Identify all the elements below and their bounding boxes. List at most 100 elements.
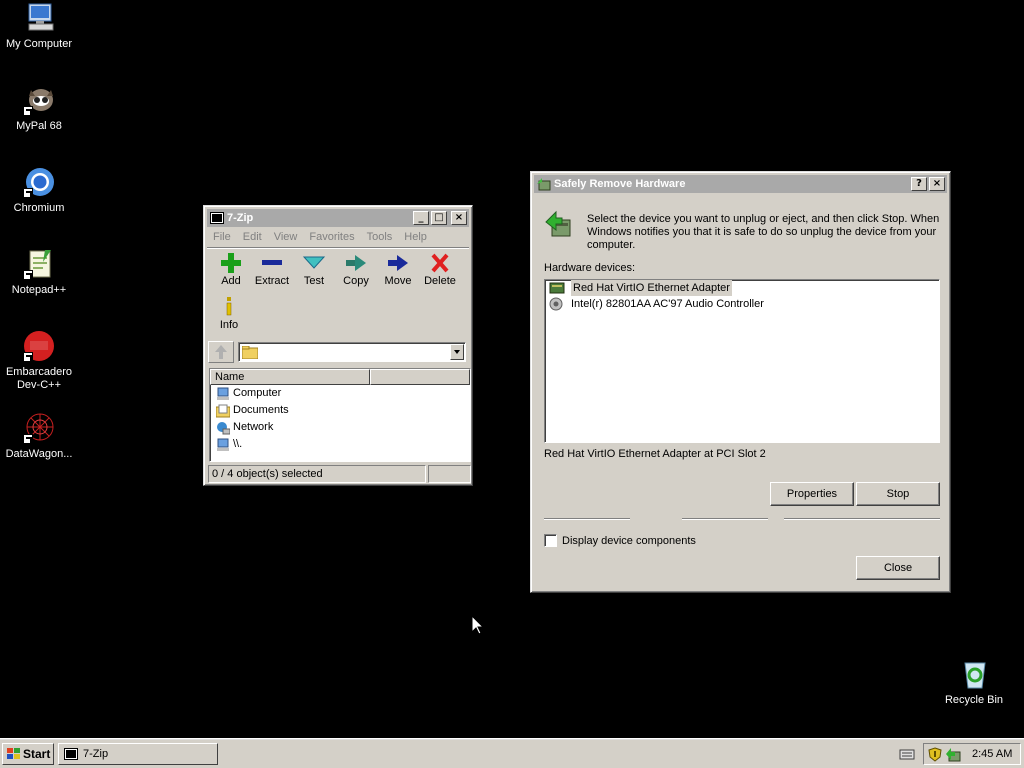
folder-icon xyxy=(242,346,258,359)
sevenzip-titlebar[interactable]: 7-Zip _ □ × xyxy=(207,209,469,227)
info-button[interactable]: Info xyxy=(208,296,250,331)
file-list-header: Name xyxy=(210,369,470,385)
chevron-down-icon xyxy=(454,350,460,354)
add-button[interactable]: Add xyxy=(210,252,252,287)
close-dialog-button[interactable]: Close xyxy=(856,556,940,580)
desktop-icon-label: Chromium xyxy=(13,202,65,214)
move-button[interactable]: Move xyxy=(377,252,419,287)
up-folder-button[interactable] xyxy=(208,341,234,363)
desktop-icon-label: My Computer xyxy=(5,38,73,50)
separator xyxy=(784,518,940,520)
safely-remove-window: Safely Remove Hardware ? × Select the de… xyxy=(530,171,951,593)
separator xyxy=(544,518,630,520)
dropdown-button[interactable] xyxy=(450,344,464,360)
info-label: Info xyxy=(219,319,239,331)
device-label: Red Hat VirtIO Ethernet Adapter xyxy=(571,280,732,296)
desktop-icon-my-computer[interactable]: My Computer xyxy=(0,2,78,51)
keyboard-icon[interactable] xyxy=(899,747,915,761)
hardware-device-list[interactable]: Red Hat VirtIO Ethernet Adapter Intel(r)… xyxy=(544,279,940,443)
safely-remove-titlebar[interactable]: Safely Remove Hardware ? × xyxy=(534,175,947,193)
close-button[interactable]: × xyxy=(451,211,467,225)
computer-icon xyxy=(23,2,55,34)
security-shield-icon[interactable] xyxy=(928,747,942,762)
desktop-icon-recycle-bin[interactable]: Recycle Bin xyxy=(935,658,1013,707)
delete-icon xyxy=(428,252,452,274)
sevenzip-statusbar: 0 / 4 object(s) selected xyxy=(208,465,471,483)
minimize-button[interactable]: _ xyxy=(413,211,429,225)
test-label: Test xyxy=(303,275,325,287)
test-button[interactable]: Test xyxy=(293,252,335,287)
maximize-button[interactable]: □ xyxy=(431,211,447,225)
extract-label: Extract xyxy=(254,275,290,287)
hardware-eject-icon xyxy=(545,210,571,237)
mouse-cursor-icon xyxy=(472,616,484,635)
display-components-checkbox[interactable] xyxy=(544,534,557,547)
delete-button[interactable]: Delete xyxy=(419,252,461,287)
network-icon xyxy=(216,421,231,435)
menu-tools[interactable]: Tools xyxy=(361,227,399,247)
up-arrow-icon xyxy=(215,345,227,359)
desktop-icon-label: Notepad++ xyxy=(11,284,67,296)
properties-button[interactable]: Properties xyxy=(770,482,854,506)
menu-help[interactable]: Help xyxy=(398,227,433,247)
move-icon xyxy=(386,252,410,274)
taskbar-button-7zip[interactable]: 7-Zip xyxy=(58,743,218,765)
list-item[interactable]: Computer xyxy=(210,385,470,402)
desktop-icon-dev-cpp[interactable]: Embarcadero Dev-C++ xyxy=(0,330,78,392)
close-button[interactable]: × xyxy=(929,177,945,191)
display-components-checkbox-row[interactable]: Display device components xyxy=(544,534,696,547)
add-label: Add xyxy=(221,275,241,287)
separator xyxy=(682,518,768,520)
help-button[interactable]: ? xyxy=(911,177,927,191)
column-extra[interactable] xyxy=(370,369,470,385)
taskbar: Start 7-Zip 2:45 AM xyxy=(0,738,1024,768)
menu-file[interactable]: File xyxy=(207,227,237,247)
chromium-icon xyxy=(23,166,55,198)
desktop-icon-mypal[interactable]: MyPal 68 xyxy=(0,84,78,133)
copy-icon xyxy=(344,252,368,274)
documents-folder-icon xyxy=(215,404,231,418)
display-components-label: Display device components xyxy=(562,534,696,547)
status-text: 0 / 4 object(s) selected xyxy=(208,465,426,483)
desktop-icon-label: DataWagon... xyxy=(5,448,73,460)
list-item[interactable]: Network xyxy=(210,419,470,436)
info-icon xyxy=(217,296,241,318)
copy-button[interactable]: Copy xyxy=(335,252,377,287)
stop-button[interactable]: Stop xyxy=(856,482,940,506)
delete-label: Delete xyxy=(424,275,456,287)
shortcut-arrow-icon xyxy=(23,434,33,444)
add-icon xyxy=(219,252,243,274)
test-icon xyxy=(302,252,326,274)
list-item[interactable]: \\. xyxy=(210,436,470,453)
extract-button[interactable]: Extract xyxy=(251,252,293,287)
device-item-audio[interactable]: Intel(r) 82801AA AC'97 Audio Controller xyxy=(545,296,939,312)
extract-icon xyxy=(260,252,284,274)
column-name[interactable]: Name xyxy=(210,369,370,385)
start-label: Start xyxy=(23,747,51,761)
menu-edit[interactable]: Edit xyxy=(237,227,268,247)
device-item-ethernet[interactable]: Red Hat VirtIO Ethernet Adapter xyxy=(545,280,939,296)
system-tray: 2:45 AM xyxy=(923,743,1021,765)
desktop-icon-label: Recycle Bin xyxy=(944,694,1004,706)
list-item[interactable]: Documents xyxy=(210,402,470,419)
shortcut-arrow-icon xyxy=(23,352,33,362)
status-panel xyxy=(428,465,471,483)
desktop-icon-chromium[interactable]: Chromium xyxy=(0,166,78,215)
desktop-icon-label: MyPal 68 xyxy=(16,120,62,132)
desktop-icon-label: Embarcadero Dev-C++ xyxy=(5,366,73,391)
instructions-text: Select the device you want to unplug or … xyxy=(587,213,940,251)
address-combobox[interactable] xyxy=(238,342,466,362)
sevenzip-icon xyxy=(64,748,78,760)
recycle-bin-icon xyxy=(958,658,990,690)
mypal-icon xyxy=(23,84,55,116)
hardware-devices-label: Hardware devices: xyxy=(544,262,636,274)
desktop-icon-datawagon[interactable]: DataWagon... xyxy=(0,412,78,461)
start-button[interactable]: Start xyxy=(2,743,54,765)
menu-favorites[interactable]: Favorites xyxy=(303,227,360,247)
desktop-icon-notepad-plus-plus[interactable]: Notepad++ xyxy=(0,248,78,297)
file-list[interactable]: Name Computer Documents Network \\. xyxy=(209,368,471,462)
menu-view[interactable]: View xyxy=(268,227,304,247)
dev-cpp-icon xyxy=(23,330,55,362)
sevenzip-window: 7-Zip _ □ × File Edit View Favorites Too… xyxy=(203,205,473,486)
safely-remove-tray-icon[interactable] xyxy=(945,747,961,762)
